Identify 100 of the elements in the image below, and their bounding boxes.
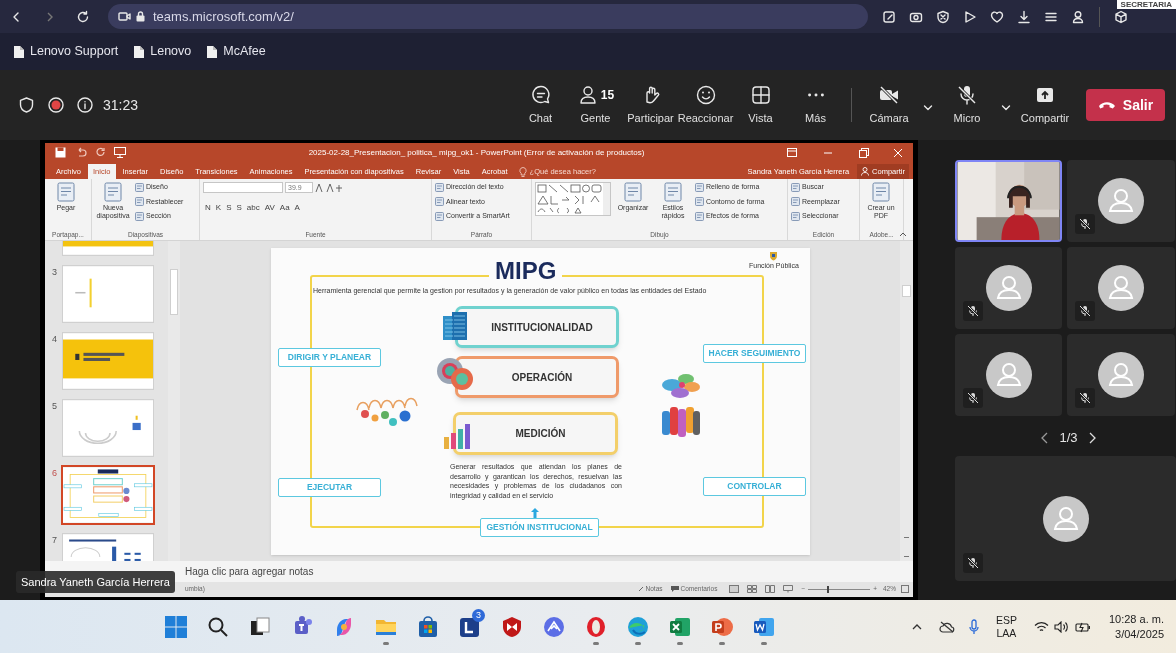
action-label: DIRIGIR Y PLANEAR: [278, 348, 381, 367]
download-icon[interactable]: [1017, 9, 1031, 24]
microphone-icon[interactable]: [968, 618, 979, 635]
font-size-icon[interactable]: [315, 182, 345, 193]
leave-button[interactable]: Salir: [1086, 89, 1165, 121]
buildings-icon: [442, 312, 468, 340]
participant-tile[interactable]: [955, 247, 1062, 329]
ribbon-options-icon[interactable]: [787, 148, 797, 157]
format-button[interactable]: S: [236, 202, 242, 214]
chevron-down-icon[interactable]: [923, 104, 933, 112]
participant-tile[interactable]: [1067, 247, 1175, 329]
format-button[interactable]: AV: [264, 202, 275, 214]
view-button[interactable]: Vista: [733, 79, 788, 131]
page-icon: [14, 45, 24, 58]
clock[interactable]: 10:28 a. m. 3/04/2025: [1108, 611, 1164, 642]
wifi-icon[interactable]: [1033, 620, 1049, 633]
format-button[interactable]: K: [215, 202, 222, 214]
tool-icon: [695, 197, 704, 207]
edit-icon[interactable]: [882, 9, 896, 24]
undo-icon[interactable]: [76, 147, 87, 158]
participant-count: 15: [600, 86, 615, 104]
format-button[interactable]: N: [205, 202, 211, 214]
save-icon[interactable]: [55, 147, 66, 158]
react-button[interactable]: Reaccionar: [678, 79, 733, 131]
play-icon[interactable]: [963, 9, 977, 24]
avatar-icon: [985, 352, 1032, 398]
heart-icon[interactable]: [990, 9, 1004, 24]
presenter-name: Sandra Yaneth García Herrera: [16, 571, 175, 593]
tool-icon: [791, 182, 800, 192]
fit-slide-icon[interactable]: [901, 585, 909, 593]
font-name-field[interactable]: [203, 182, 283, 193]
grid-icon: [749, 83, 772, 106]
collapse-ribbon-icon[interactable]: [899, 231, 907, 237]
slide-thumbnail[interactable]: [63, 333, 153, 389]
wave-icon[interactable]: [626, 614, 650, 639]
close-icon[interactable]: [893, 147, 903, 158]
document-icon: [872, 182, 890, 202]
shield-icon[interactable]: [500, 614, 524, 639]
windows-logo-icon[interactable]: [164, 614, 188, 639]
format-button[interactable]: A: [294, 202, 300, 214]
action-label: EJECUTAR: [278, 478, 381, 497]
cube-icon[interactable]: [1114, 9, 1128, 24]
cloud-off-icon[interactable]: [938, 620, 955, 633]
triangle-app-icon[interactable]: [542, 614, 566, 639]
previous-page-icon[interactable]: [1041, 432, 1050, 444]
bookmark-link[interactable]: Lenovo Support: [14, 42, 119, 61]
notification-badge: 3: [472, 608, 485, 622]
chevron-down-icon[interactable]: [1001, 104, 1011, 112]
shield-icon: [19, 97, 34, 113]
ring-icon[interactable]: [584, 614, 608, 639]
person-icon: [861, 167, 870, 176]
tool-icon: [791, 211, 800, 221]
url-text: teams.microsoft.com/v2/: [153, 7, 294, 26]
bookmark-link[interactable]: Lenovo: [134, 42, 192, 61]
maximize-icon[interactable]: [859, 147, 869, 158]
share-button[interactable]: Compartir: [1016, 79, 1074, 131]
more-icon: [807, 92, 824, 97]
chat-button[interactable]: Chat: [513, 79, 568, 131]
next-page-icon[interactable]: [1087, 432, 1096, 444]
sorter-view-icon[interactable]: [747, 585, 758, 593]
format-button[interactable]: abc: [246, 202, 260, 214]
participant-tile[interactable]: [955, 456, 1176, 581]
tool-icon: [695, 182, 704, 192]
document-icon: [624, 182, 642, 202]
bookmark-link[interactable]: McAfee: [207, 42, 266, 61]
slide-thumbnail[interactable]: [63, 266, 153, 322]
person-icon[interactable]: [1071, 9, 1085, 24]
shopping-bag-icon[interactable]: [416, 614, 440, 639]
shield-icon[interactable]: [936, 9, 950, 24]
normal-view-icon[interactable]: [729, 585, 740, 593]
window-label: SECRETARIA: [1116, 0, 1176, 9]
reading-view-icon[interactable]: [765, 585, 776, 593]
people-button[interactable]: 15 Gente: [568, 79, 623, 131]
slideshow-view-icon[interactable]: [783, 585, 794, 593]
more-button[interactable]: Más: [788, 79, 843, 131]
participant-tile[interactable]: [955, 334, 1062, 416]
action-label: CONTROLAR: [703, 477, 806, 496]
camera-off-icon: [878, 83, 900, 106]
slide-thumbnail[interactable]: [63, 400, 153, 456]
notes-placeholder[interactable]: Haga clic para agregar notas: [185, 564, 314, 579]
slide-thumbnail[interactable]: [63, 467, 153, 523]
avatar-icon: [1042, 495, 1089, 542]
reload-icon[interactable]: [76, 9, 90, 24]
raise-button[interactable]: Participar: [623, 79, 678, 131]
keyboard-language[interactable]: ESP LAA: [995, 613, 1017, 640]
format-button[interactable]: Aa: [279, 202, 290, 214]
format-button[interactable]: S: [226, 202, 232, 214]
document-icon: [104, 182, 122, 202]
volume-icon[interactable]: [1053, 620, 1070, 633]
address-bar[interactable]: teams.microsoft.com/v2/: [108, 4, 868, 29]
shapes-gallery-drawing[interactable]: [535, 182, 611, 216]
camera-button[interactable]: Cámara: [860, 79, 918, 131]
participant-tile[interactable]: [1067, 160, 1175, 242]
battery-icon[interactable]: [1074, 620, 1091, 633]
mic-button[interactable]: Micro: [938, 79, 996, 131]
participant-tile[interactable]: [1067, 334, 1175, 416]
redo-icon[interactable]: [95, 147, 106, 158]
slideshow-icon[interactable]: [114, 147, 126, 158]
chevron-up-icon[interactable]: [911, 622, 922, 631]
avatar-icon: [1098, 178, 1144, 224]
